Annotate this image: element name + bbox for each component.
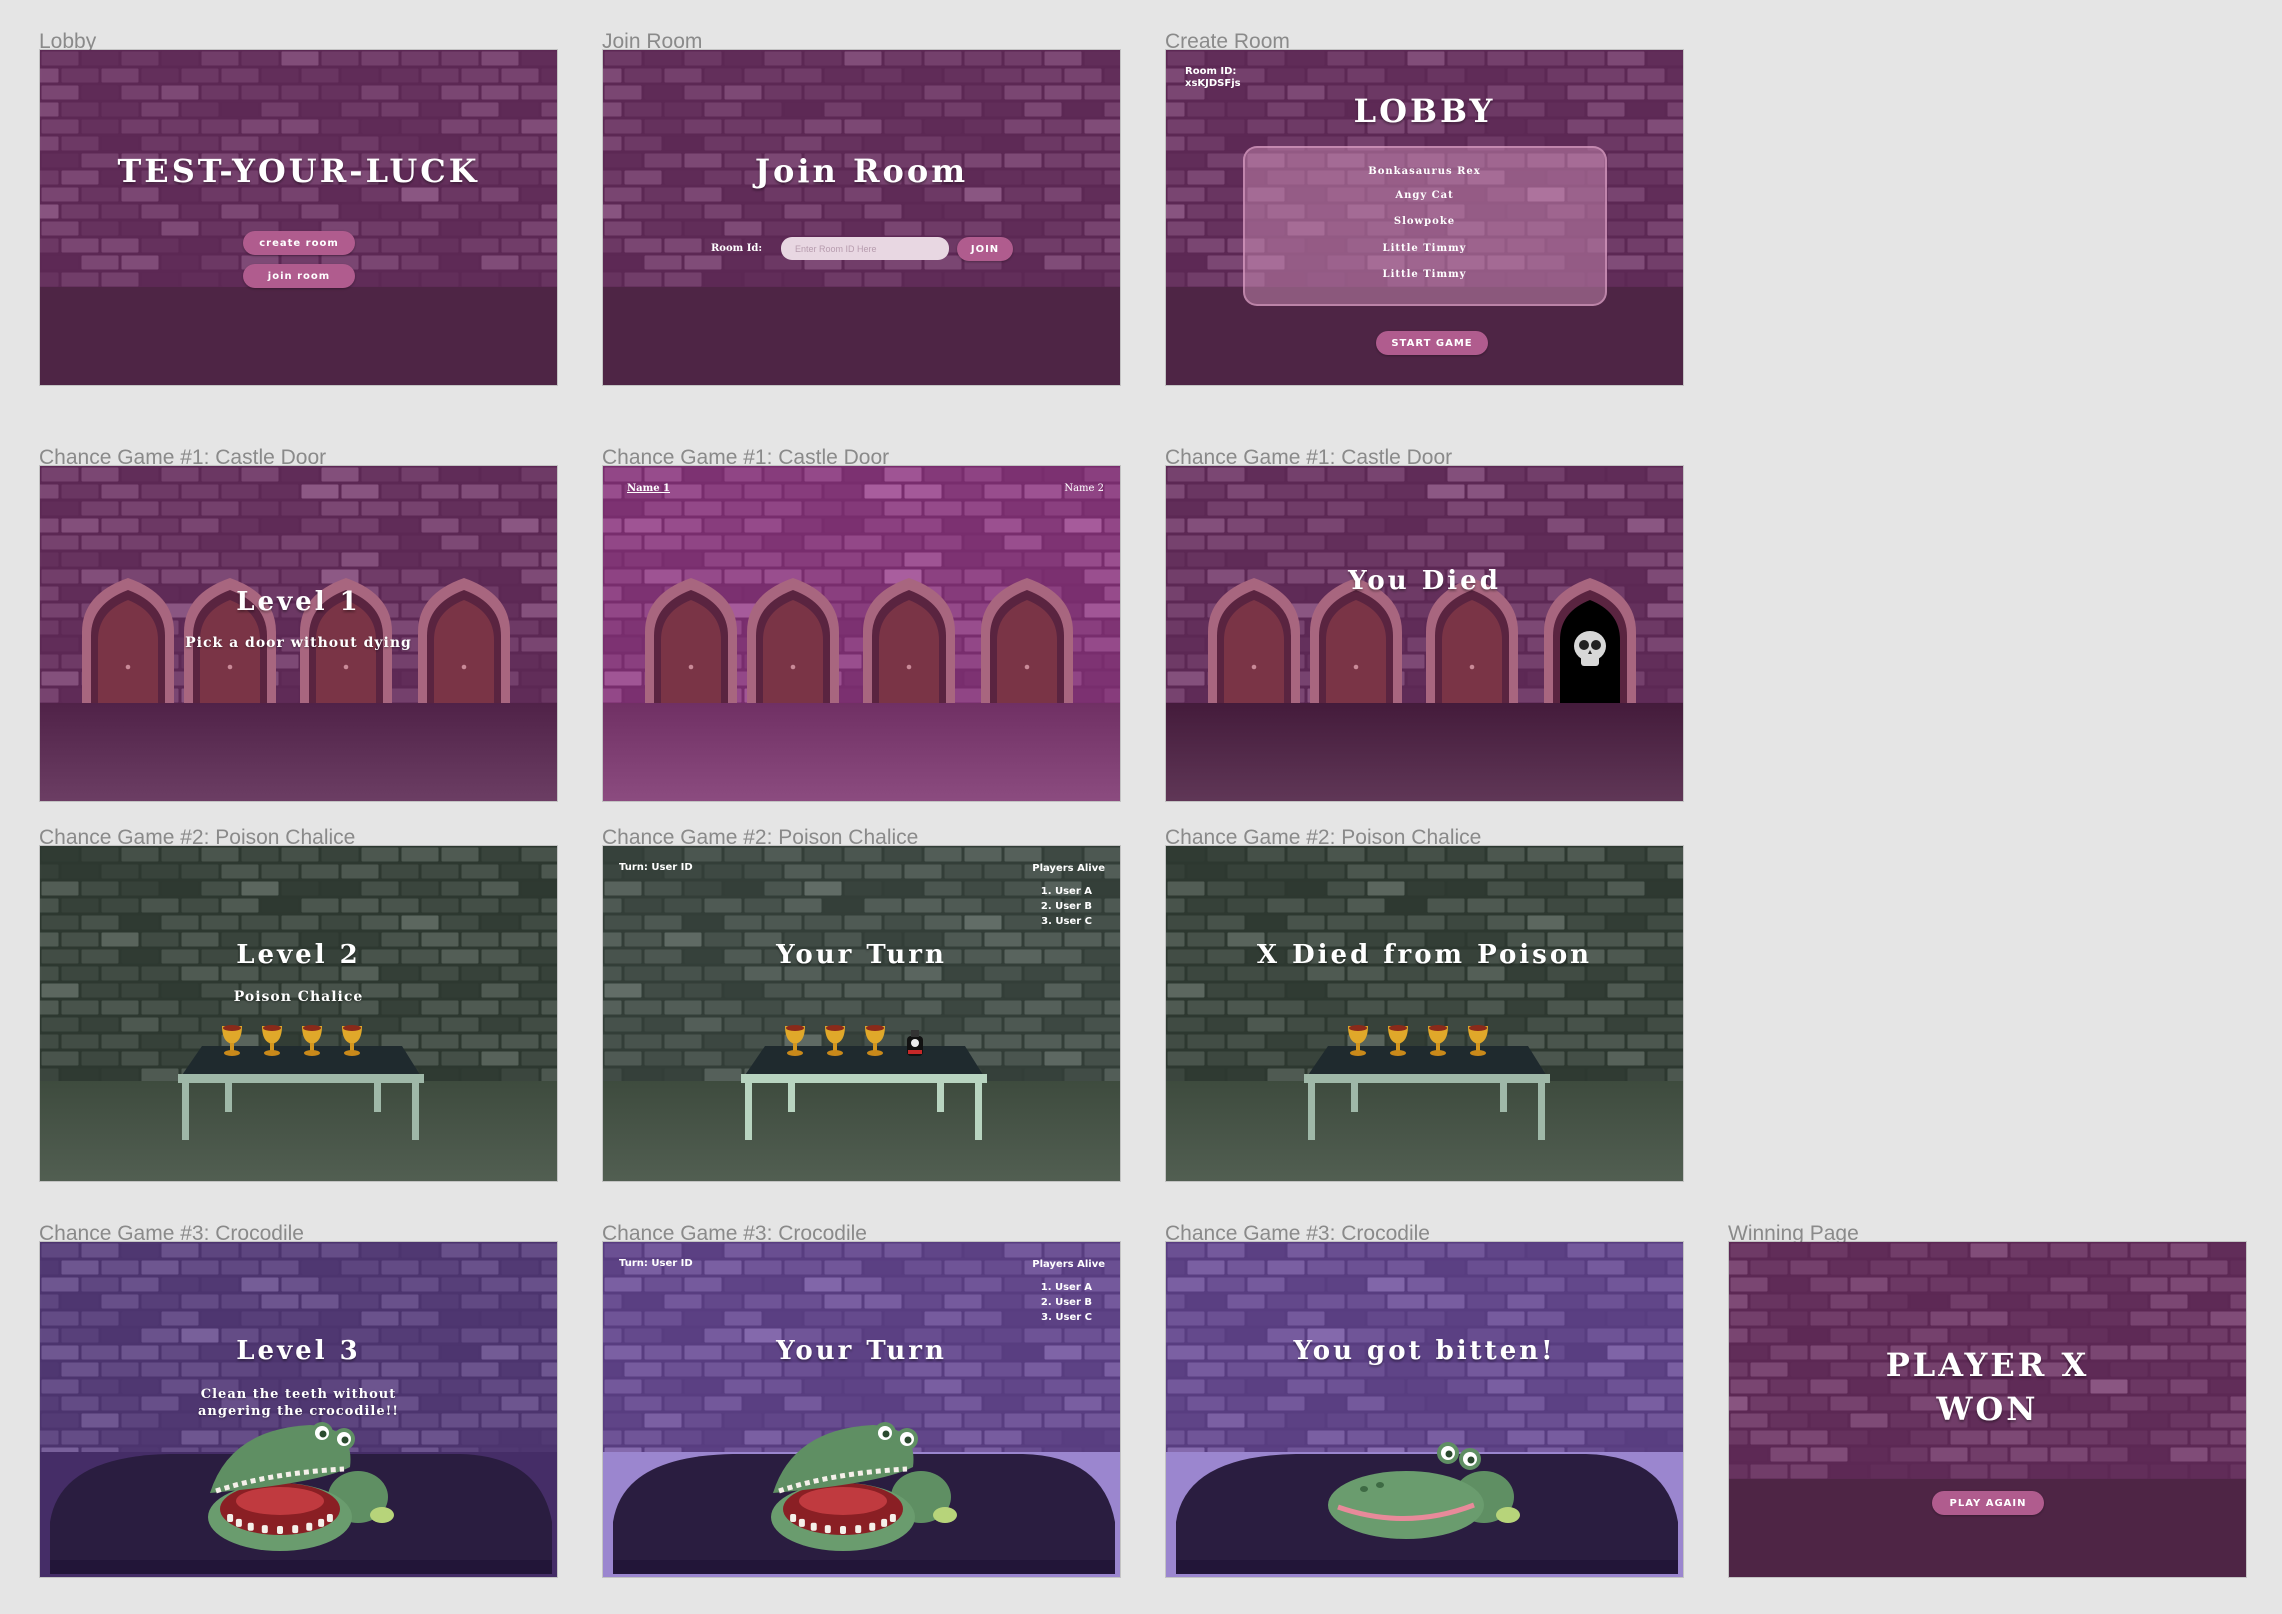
player-name: Angy Cat bbox=[1395, 190, 1454, 201]
join-room-button[interactable]: join room bbox=[243, 264, 355, 288]
level-subtitle-line-2: angering the crocodile!! bbox=[197, 1404, 400, 1419]
crocodile-turn-screen: Turn: User ID Players Alive 1. User A 2.… bbox=[602, 1241, 1121, 1578]
join-room-screen: Join Room Room Id: JOIN bbox=[602, 49, 1121, 386]
level-title: Level 3 bbox=[236, 1336, 361, 1366]
list-item: 1. User A bbox=[1040, 886, 1092, 897]
castle-door-death-screen: You Died bbox=[1165, 465, 1684, 802]
create-room-button[interactable]: create room bbox=[243, 231, 355, 255]
page-title: Join Room bbox=[754, 152, 969, 190]
room-id-label: Room Id: bbox=[711, 243, 763, 254]
level-subtitle: Pick a door without dying bbox=[185, 635, 412, 651]
poison-chalice-death-screen: X Died from Poison bbox=[1165, 845, 1684, 1182]
room-id-input[interactable] bbox=[781, 237, 949, 260]
level-subtitle-line-1: Clean the teeth without bbox=[200, 1387, 397, 1402]
lobby-title: LOBBY bbox=[1353, 92, 1496, 130]
player-name: Slowpoke bbox=[1393, 216, 1456, 227]
list-item: 2. User B bbox=[1040, 901, 1092, 912]
brick-wall-bg bbox=[603, 50, 1120, 385]
play-again-button[interactable]: PLAY AGAIN bbox=[1932, 1491, 2044, 1515]
poison-chalice-scene bbox=[40, 846, 557, 1181]
list-item: 1. User A bbox=[1040, 1282, 1092, 1293]
room-id-value: xsKJDSFjs bbox=[1185, 78, 1241, 89]
turn-title: Your Turn bbox=[776, 940, 947, 970]
castle-door-scene bbox=[603, 466, 1120, 801]
result-title: You Died bbox=[1348, 566, 1501, 596]
design-canvas: Lobby TEST-YOUR-LUCK create room join ro… bbox=[0, 0, 2282, 1614]
castle-door-scene bbox=[1166, 466, 1683, 801]
players-alive-title: Players Alive bbox=[1032, 863, 1105, 874]
list-item: 3. User C bbox=[1041, 1312, 1092, 1323]
list-item: 2. User B bbox=[1040, 1297, 1092, 1308]
level-title: Level 1 bbox=[236, 587, 361, 617]
castle-door-scene bbox=[40, 466, 557, 801]
room-id-label: Room ID: bbox=[1185, 66, 1237, 77]
poison-chalice-level-screen: Level 2 Poison Chalice bbox=[39, 845, 558, 1182]
level-subtitle: Poison Chalice bbox=[233, 989, 364, 1005]
brick-wall-bg bbox=[40, 50, 557, 385]
crocodile-level-screen: Level 3 Clean the teeth without angering… bbox=[39, 1241, 558, 1578]
winner-title-line-2: WON bbox=[1936, 1390, 2039, 1428]
player-name-2: Name 2 bbox=[1064, 483, 1104, 494]
poison-chalice-scene bbox=[1166, 846, 1683, 1181]
player-name: Little Timmy bbox=[1382, 243, 1467, 254]
create-room-screen: Room ID: xsKJDSFjs LOBBY Bonkasaurus Rex… bbox=[1165, 49, 1684, 386]
players-alive-list: 1. User A 2. User B 3. User C bbox=[1041, 1280, 1092, 1325]
players-alive-list: 1. User A 2. User B 3. User C bbox=[1041, 884, 1092, 929]
crocodile-bitten-screen: You got bitten! bbox=[1165, 1241, 1684, 1578]
game-title: TEST-YOUR-LUCK bbox=[117, 152, 480, 190]
turn-title: Your Turn bbox=[776, 1336, 947, 1366]
player-name-1: Name 1 bbox=[627, 483, 671, 494]
player-name: Little Timmy bbox=[1382, 269, 1467, 280]
list-item: 3. User C bbox=[1041, 916, 1092, 927]
turn-indicator: Turn: User ID bbox=[619, 862, 693, 873]
crocodile-scene bbox=[1166, 1242, 1683, 1577]
castle-door-level-screen: Level 1 Pick a door without dying bbox=[39, 465, 558, 802]
level-title: Level 2 bbox=[236, 940, 361, 970]
turn-indicator: Turn: User ID bbox=[619, 1258, 693, 1269]
lobby-screen: TEST-YOUR-LUCK create room join room bbox=[39, 49, 558, 386]
result-title: You got bitten! bbox=[1293, 1336, 1556, 1366]
castle-door-play-screen: Name 1 Name 2 bbox=[602, 465, 1121, 802]
result-title: X Died from Poison bbox=[1256, 940, 1593, 970]
player-name: Bonkasaurus Rex bbox=[1368, 166, 1481, 177]
poison-chalice-turn-screen: Turn: User ID Players Alive 1. User A 2.… bbox=[602, 845, 1121, 1182]
join-button[interactable]: JOIN bbox=[957, 237, 1013, 261]
start-game-button[interactable]: START GAME bbox=[1376, 331, 1488, 355]
winner-title-line-1: PLAYER X bbox=[1885, 1346, 2090, 1384]
winning-screen: PLAYER X WON PLAY AGAIN bbox=[1728, 1241, 2247, 1578]
players-alive-title: Players Alive bbox=[1032, 1259, 1105, 1270]
